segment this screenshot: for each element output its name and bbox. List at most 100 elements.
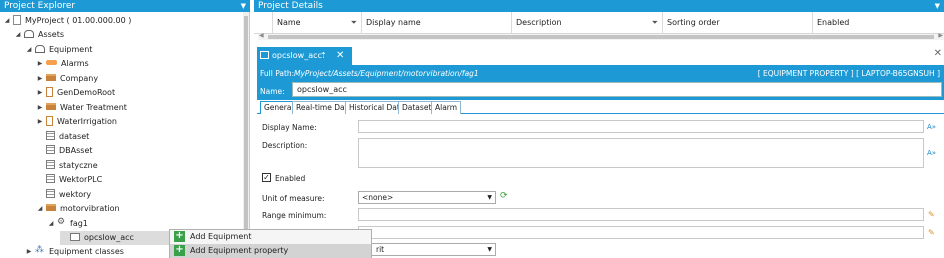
description-input[interactable]: [358, 138, 924, 168]
display-name-label: Display Name:: [262, 123, 317, 132]
collapse-icon[interactable]: ◢: [36, 202, 44, 216]
tree-node-assets[interactable]: ◢ Assets: [14, 28, 64, 42]
expand-icon[interactable]: ▶: [36, 86, 44, 100]
tree-node-waterirrigation[interactable]: ▶ WaterIrrigation: [36, 115, 117, 129]
project-details-title-text: Project Details: [258, 1, 323, 11]
unit-of-measure-select[interactable]: <none> ▼: [358, 191, 496, 204]
filter-icon[interactable]: ⏷: [351, 12, 357, 34]
expand-icon[interactable]: ▶: [36, 101, 44, 115]
tab-alarm[interactable]: Alarm: [431, 101, 462, 114]
details-horizontal-scrollbar[interactable]: ◀ ▶: [258, 32, 944, 40]
name-input[interactable]: opcslow_acc: [292, 82, 942, 97]
tree-node-label: motorvibration: [60, 204, 120, 213]
collapse-icon[interactable]: ◢: [25, 43, 33, 57]
equipment-icon: [35, 44, 45, 53]
edit-pencil-icon[interactable]: ✎: [928, 210, 935, 219]
tree-node-label: Alarms: [61, 59, 89, 68]
menu-item-add-equipment-property[interactable]: + Add Equipment property: [170, 244, 371, 258]
panel-menu-arrow-icon[interactable]: ▼: [241, 0, 246, 12]
tree-node-company[interactable]: ▶ Company: [36, 72, 98, 86]
tree-node-label: WektorPLC: [59, 175, 103, 184]
document-tab-opcslow-acc[interactable]: opcslow_acc ⇡ ✕: [257, 47, 352, 65]
tree-node-gendemoroot[interactable]: ▶ GenDemoRoot: [36, 86, 115, 100]
collapse-icon[interactable]: ◢: [47, 217, 55, 231]
tree-node-label: Equipment classes: [49, 247, 124, 256]
tab-close-icon[interactable]: ✕: [336, 47, 344, 65]
tree-node-equipment[interactable]: ◢ Equipment: [25, 43, 92, 57]
details-grid-header: Name ⏷ Display name Description ⏷ Sortin…: [254, 12, 944, 34]
dropdown-arrow-icon: ▼: [487, 246, 492, 253]
enabled-checkbox[interactable]: ✓: [262, 173, 271, 182]
pin-icon[interactable]: ⇡: [320, 47, 327, 65]
column-header-label: Name: [277, 18, 301, 27]
scroll-right-icon[interactable]: ▶: [938, 32, 943, 39]
range-minimum-input[interactable]: [358, 208, 924, 221]
tree-node-label: Equipment: [49, 45, 93, 54]
range-maximum-input[interactable]: [358, 226, 924, 239]
expand-icon[interactable]: ▶: [36, 115, 44, 129]
expand-icon[interactable]: ▶: [36, 72, 44, 86]
column-header-label: Sorting order: [667, 18, 720, 27]
tree-node-alarms[interactable]: ▶ Alarms: [36, 57, 89, 71]
enabled-label: Enabled: [275, 174, 306, 183]
expand-icon[interactable]: ▶: [36, 57, 44, 71]
localize-icon[interactable]: A»: [927, 123, 936, 131]
tree-node-motorvibration[interactable]: ◢ motorvibration: [36, 202, 120, 216]
document-tab-label: opcslow_acc: [272, 51, 322, 60]
collapse-icon[interactable]: ◢: [14, 28, 22, 42]
panel-menu-arrow-icon[interactable]: ▼: [935, 0, 940, 12]
project-details-title: Project Details ▼: [254, 0, 944, 12]
alarm-icon: [46, 59, 57, 65]
app-window: Project Explorer ▼ ◢ MyProject ( 01.00.00…: [0, 0, 944, 258]
folder-icon: [46, 74, 56, 81]
tree-node-dbasset[interactable]: DBAsset: [36, 144, 93, 158]
generator-icon: [46, 115, 53, 126]
collapse-icon[interactable]: ◢: [3, 14, 11, 28]
tree-node-wektory[interactable]: wektory: [36, 188, 91, 202]
unit-of-measure-label: Unit of measure:: [262, 194, 325, 203]
close-document-icon[interactable]: ✕: [934, 48, 942, 59]
full-path-label: Full Path:: [260, 69, 295, 78]
document-header-bar: Full Path: MyProject/Assets/Equipment/mo…: [257, 65, 944, 100]
column-header-enabled[interactable]: Enabled: [813, 12, 944, 34]
refresh-icon[interactable]: ⟳: [500, 191, 508, 201]
tree-node-wektorplc[interactable]: WektorPLC: [36, 173, 102, 187]
edit-pencil-icon[interactable]: ✎: [928, 228, 935, 237]
menu-item-add-equipment[interactable]: + Add Equipment: [170, 230, 371, 244]
column-header-description[interactable]: Description ⏷: [512, 12, 663, 34]
property-icon: [70, 232, 80, 241]
tree-node-project[interactable]: ◢ MyProject ( 01.00.000.00 ): [3, 14, 131, 28]
filter-icon[interactable]: ⏷: [652, 12, 658, 34]
column-header-label: Enabled: [817, 18, 850, 27]
tree-node-label: GenDemoRoot: [57, 88, 116, 97]
localize-icon[interactable]: A»: [927, 149, 936, 157]
project-icon: [13, 14, 21, 25]
project-details-panel: Project Details ▼ Name ⏷ Display name De…: [254, 0, 944, 258]
tree-node-fag1[interactable]: ◢ ⚙ fag1: [47, 217, 88, 231]
tree-scrollbar-thumb[interactable]: [244, 16, 248, 252]
tree-node-label: MyProject ( 01.00.000.00 ): [25, 16, 132, 25]
tab-dataset[interactable]: Dataset: [398, 101, 436, 114]
tree-node-water-treatment[interactable]: ▶ Water Treatment: [36, 101, 127, 115]
add-icon: +: [174, 230, 185, 242]
scroll-left-icon[interactable]: ◀: [259, 32, 264, 39]
unit-select-bottom[interactable]: rit ▼: [358, 243, 496, 256]
range-minimum-label: Range minimum:: [262, 211, 327, 220]
folder-icon: [46, 204, 56, 211]
grid-row-selector-header: [254, 12, 273, 34]
column-header-display-name[interactable]: Display name: [362, 12, 512, 34]
name-label: Name:: [260, 87, 285, 96]
classes-icon: ⁂: [35, 245, 44, 255]
menu-item-label: Add Equipment property: [190, 246, 289, 255]
column-header-sorting-order[interactable]: Sorting order: [663, 12, 813, 34]
assets-icon: [24, 29, 34, 38]
tree-node-statyczne[interactable]: statyczne: [36, 159, 98, 173]
tree-node-equipment-classes[interactable]: ▶ ⁂ Equipment classes: [25, 245, 124, 258]
tree-scrollbar[interactable]: [243, 12, 249, 258]
horizontal-scrollbar-thumb[interactable]: [268, 35, 934, 39]
tree-node-dataset[interactable]: dataset: [36, 130, 89, 144]
column-header-name[interactable]: Name ⏷: [273, 12, 362, 34]
grid-icon: [46, 131, 55, 140]
display-name-input[interactable]: [358, 120, 924, 133]
expand-icon[interactable]: ▶: [25, 245, 33, 258]
